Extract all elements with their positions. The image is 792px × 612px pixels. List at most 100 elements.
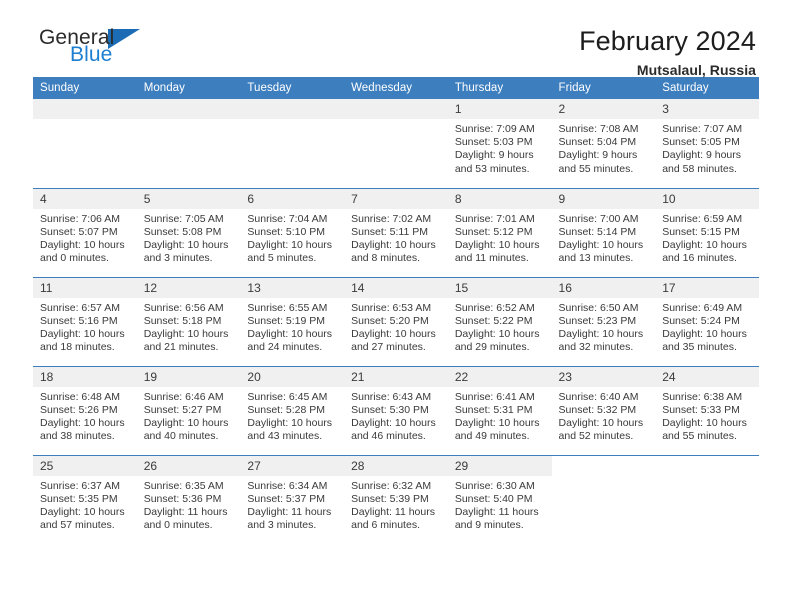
day-info-line: Sunrise: 6:53 AM: [351, 301, 432, 314]
calendar-day-cell[interactable]: 22 Sunrise: 6:41 AM Sunset: 5:31 PM Dayligh…: [447, 365, 552, 455]
day-number: 22: [447, 366, 552, 387]
calendar-day-cell[interactable]: 5 Sunrise: 7:05 AM Sunset: 5:08 PM Daylight…: [136, 187, 241, 277]
calendar-day-cell[interactable]: 17 Sunrise: 6:49 AM Sunset: 5:24 PM Dayligh…: [655, 276, 759, 366]
calendar-day-cell[interactable]: 14 Sunrise: 6:53 AM Sunset: 5:20 PM Dayligh…: [344, 276, 448, 366]
day-info-line: and 43 minutes.: [247, 430, 323, 443]
day-info-line: and 16 minutes.: [662, 252, 737, 265]
calendar-day-cell[interactable]: 4 Sunrise: 7:06 AM Sunset: 5:07 PM Daylight…: [33, 187, 137, 277]
day-sun-info: Sunrise: 6:38 AM Sunset: 5:33 PM Daylight:…: [655, 387, 759, 444]
calendar-day-cell[interactable]: 3 Sunrise: 7:07 AM Sunset: 5:05 PM Daylight…: [655, 99, 759, 188]
calendar-day-cell[interactable]: 6 Sunrise: 7:04 AM Sunset: 5:10 PM Daylight…: [240, 187, 345, 277]
day-number: 6: [240, 188, 345, 209]
day-info-line: and 11 minutes.: [454, 252, 529, 265]
day-number: 13: [240, 277, 345, 298]
day-info-line: Sunset: 5:23 PM: [558, 314, 637, 327]
day-sun-info: Sunrise: 7:00 AM Sunset: 5:14 PM Daylight:…: [552, 209, 656, 266]
calendar-day-cell[interactable]: 20 Sunrise: 6:45 AM Sunset: 5:28 PM Dayligh…: [240, 365, 345, 455]
calendar-grid: Sunday Monday Tuesday Wednesday Thursday Frid…: [33, 77, 759, 544]
day-number: 14: [344, 277, 448, 298]
day-info-line: Daylight: 10 hours: [40, 505, 125, 518]
weekday-header-thursday: Thursday: [447, 77, 552, 99]
day-sun-info: Sunrise: 6:48 AM Sunset: 5:26 PM Daylight:…: [33, 387, 137, 444]
day-info-line: Sunset: 5:40 PM: [454, 492, 533, 505]
day-info-line: Sunrise: 6:32 AM: [351, 479, 432, 492]
calendar-day-cell[interactable]: 29 Sunrise: 6:30 AM Sunset: 5:40 PM Dayligh…: [447, 454, 552, 544]
day-info-line: Sunset: 5:04 PM: [558, 136, 637, 149]
calendar-day-cell[interactable]: 7 Sunrise: 7:02 AM Sunset: 5:11 PM Daylight…: [344, 187, 448, 277]
day-info-line: and 49 minutes.: [454, 430, 530, 443]
day-number: 7: [344, 188, 448, 209]
day-info-line: Daylight: 11 hours: [247, 505, 332, 518]
day-info-line: Daylight: 9 hours: [558, 149, 638, 162]
day-info-line: and 38 minutes.: [40, 430, 115, 443]
day-number: 21: [344, 366, 448, 387]
calendar-day-cell[interactable]: 28 Sunrise: 6:32 AM Sunset: 5:39 PM Dayligh…: [344, 454, 448, 544]
day-number: 27: [240, 455, 345, 476]
calendar-day-cell[interactable]: 26 Sunrise: 6:35 AM Sunset: 5:36 PM Dayligh…: [136, 454, 241, 544]
brand-logo[interactable]: General Blue: [33, 27, 141, 65]
day-info-line: and 0 minutes.: [40, 252, 109, 265]
day-info-line: Daylight: 10 hours: [143, 416, 229, 429]
calendar-day-cell-empty: [136, 99, 241, 188]
weekday-header-saturday: Saturday: [655, 77, 759, 99]
calendar-day-cell[interactable]: 19 Sunrise: 6:46 AM Sunset: 5:27 PM Dayligh…: [136, 365, 241, 455]
calendar-day-cell[interactable]: 12 Sunrise: 6:56 AM Sunset: 5:18 PM Dayligh…: [136, 276, 241, 366]
day-info-line: and 18 minutes.: [40, 341, 115, 354]
day-info-line: Daylight: 10 hours: [351, 416, 436, 429]
calendar-day-cell-empty: [551, 454, 656, 544]
calendar-week-row: 25 Sunrise: 6:37 AM Sunset: 5:35 PM Dayligh…: [33, 454, 759, 544]
day-sun-info: Sunrise: 6:34 AM Sunset: 5:37 PM Daylight:…: [240, 476, 344, 533]
calendar-day-cell[interactable]: 24 Sunrise: 6:38 AM Sunset: 5:33 PM Dayligh…: [655, 365, 759, 455]
day-sun-info: Sunrise: 6:55 AM Sunset: 5:19 PM Daylight:…: [240, 298, 344, 355]
day-info-line: Sunset: 5:27 PM: [143, 403, 222, 416]
day-number: 15: [447, 277, 552, 298]
calendar-day-cell[interactable]: 25 Sunrise: 6:37 AM Sunset: 5:35 PM Dayligh…: [33, 454, 137, 544]
day-info-line: and 3 minutes.: [247, 519, 317, 532]
day-info-line: Sunset: 5:35 PM: [40, 492, 118, 505]
page-header: General Blue February 2024 Mutsalaul, Ru…: [33, 0, 759, 79]
calendar-week-row: 4 Sunrise: 7:06 AM Sunset: 5:07 PM Daylight…: [33, 187, 759, 277]
day-info-line: Sunrise: 6:40 AM: [558, 390, 639, 403]
day-info-line: Daylight: 11 hours: [351, 505, 435, 518]
day-info-line: and 40 minutes.: [143, 430, 219, 443]
calendar-day-cell[interactable]: 1 Sunrise: 7:09 AM Sunset: 5:03 PM Daylight…: [447, 99, 552, 188]
day-number: 18: [33, 366, 137, 387]
day-info-line: and 0 minutes.: [143, 519, 213, 532]
day-number: 4: [33, 188, 137, 209]
weekday-headers: Sunday Monday Tuesday Wednesday Thursday Frid…: [33, 77, 759, 99]
calendar-day-cell[interactable]: 23 Sunrise: 6:40 AM Sunset: 5:32 PM Dayligh…: [551, 365, 656, 455]
day-info-line: and 3 minutes.: [143, 252, 213, 265]
calendar-day-cell[interactable]: 10 Sunrise: 6:59 AM Sunset: 5:15 PM Dayligh…: [655, 187, 759, 277]
calendar-day-cell[interactable]: 8 Sunrise: 7:01 AM Sunset: 5:12 PM Daylight…: [447, 187, 552, 277]
day-info-line: Sunrise: 6:30 AM: [454, 479, 535, 492]
calendar-day-cell[interactable]: 27 Sunrise: 6:34 AM Sunset: 5:37 PM Dayligh…: [240, 454, 345, 544]
day-info-line: and 55 minutes.: [662, 430, 737, 443]
day-info-line: Daylight: 10 hours: [662, 327, 747, 340]
day-info-line: Sunset: 5:07 PM: [40, 225, 118, 238]
calendar-day-cell[interactable]: 11 Sunrise: 6:57 AM Sunset: 5:16 PM Dayligh…: [33, 276, 137, 366]
day-info-line: Daylight: 9 hours: [662, 149, 742, 162]
day-info-line: Sunset: 5:15 PM: [662, 225, 740, 238]
calendar-day-cell[interactable]: 16 Sunrise: 6:50 AM Sunset: 5:23 PM Dayligh…: [551, 276, 656, 366]
day-sun-info: Sunrise: 6:46 AM Sunset: 5:27 PM Daylight:…: [137, 387, 241, 444]
day-info-line: Daylight: 10 hours: [558, 416, 644, 429]
day-info-line: and 27 minutes.: [351, 341, 426, 354]
calendar-day-cell[interactable]: 15 Sunrise: 6:52 AM Sunset: 5:22 PM Dayligh…: [447, 276, 552, 366]
day-info-line: and 58 minutes.: [662, 162, 737, 175]
calendar-day-cell[interactable]: 18 Sunrise: 6:48 AM Sunset: 5:26 PM Dayligh…: [33, 365, 137, 455]
calendar-day-cell[interactable]: 2 Sunrise: 7:08 AM Sunset: 5:04 PM Daylight…: [551, 99, 656, 188]
day-info-line: Sunrise: 6:45 AM: [247, 390, 328, 403]
day-info-line: Sunrise: 6:49 AM: [662, 301, 743, 314]
day-number: 2: [551, 99, 656, 119]
day-info-line: and 55 minutes.: [558, 162, 634, 175]
day-info-line: Sunset: 5:19 PM: [247, 314, 326, 327]
day-info-line: Daylight: 10 hours: [662, 238, 747, 251]
day-info-line: Sunrise: 7:08 AM: [558, 123, 639, 135]
day-number: 28: [344, 455, 448, 476]
day-info-line: Sunrise: 7:00 AM: [558, 212, 639, 225]
day-sun-info: Sunrise: 7:04 AM Sunset: 5:10 PM Daylight:…: [240, 209, 344, 266]
calendar-day-cell[interactable]: 9 Sunrise: 7:00 AM Sunset: 5:14 PM Daylight…: [551, 187, 656, 277]
calendar-day-cell[interactable]: 13 Sunrise: 6:55 AM Sunset: 5:19 PM Dayligh…: [240, 276, 345, 366]
calendar-day-cell[interactable]: 21 Sunrise: 6:43 AM Sunset: 5:30 PM Dayligh…: [344, 365, 448, 455]
day-info-line: Sunset: 5:12 PM: [454, 225, 533, 238]
